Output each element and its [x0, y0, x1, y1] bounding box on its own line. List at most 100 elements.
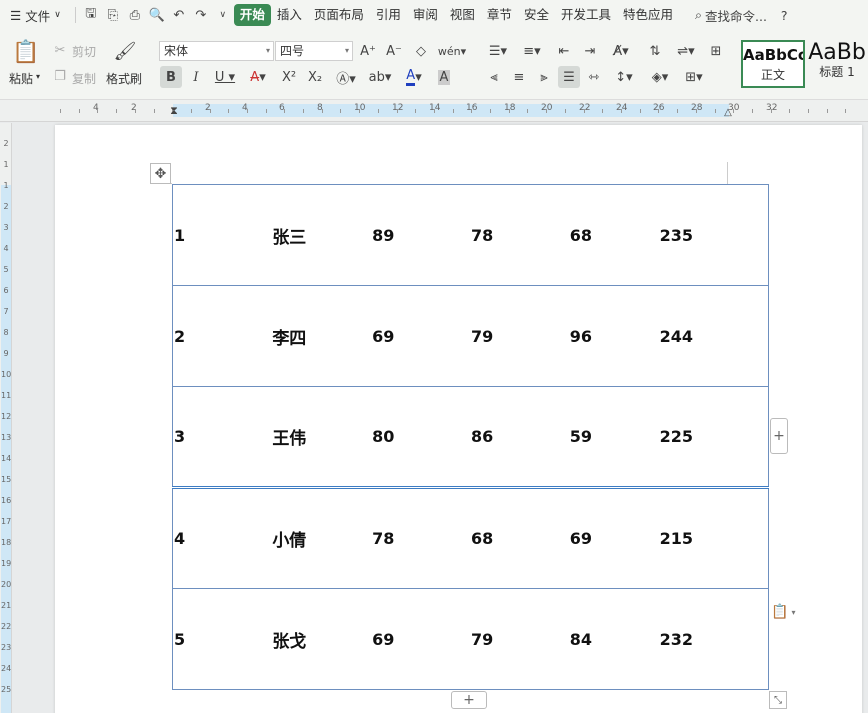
table-cell[interactable]: 王伟 — [272, 386, 373, 489]
table-cell[interactable]: 232 — [659, 588, 769, 690]
copy-button[interactable]: 复制 — [72, 70, 96, 87]
table-cell[interactable]: 86 — [470, 386, 570, 489]
borders-icon[interactable]: ⊞▾ — [680, 66, 708, 88]
tab-page-layout[interactable]: 页面布局 — [308, 4, 370, 26]
table-cell[interactable]: 张戈 — [272, 588, 373, 690]
clear-format-icon[interactable]: ◇ — [411, 41, 431, 61]
font-size-select[interactable]: 四号 ▾ — [275, 41, 353, 61]
table-cell[interactable]: 79 — [470, 588, 570, 690]
format-painter-button[interactable]: 格式刷 — [106, 70, 142, 87]
tab-home[interactable]: 开始 — [233, 4, 271, 26]
sort-icon[interactable]: ⇅ — [645, 41, 665, 61]
table-cell[interactable]: 3 — [172, 386, 273, 489]
score-table[interactable]: 1 张三 89 78 68 235 2 李四 69 79 96 244 3 王伟… — [172, 184, 769, 690]
table-cell[interactable]: 张三 — [272, 184, 373, 286]
print-preview-icon[interactable]: 🔍 — [146, 4, 168, 26]
scissors-icon[interactable]: ✂ — [52, 42, 68, 58]
file-menu[interactable]: ☰ 文件 ∨ — [0, 0, 71, 30]
table-cell[interactable]: 89 — [372, 184, 471, 286]
font-name-select[interactable]: 宋体 ▾ — [159, 41, 274, 61]
indent-marker-icon[interactable]: ⧗ — [168, 100, 180, 122]
italic-button[interactable]: I — [186, 66, 206, 88]
bold-button[interactable]: B — [160, 66, 182, 88]
tab-review[interactable]: 审阅 — [407, 4, 444, 26]
horizontal-ruler[interactable]: 4 2 2 4 6 8 10 12 14 16 18 20 22 24 26 28 30 32 ⧗ △ — [0, 100, 868, 122]
table-cell[interactable]: 5 — [172, 588, 273, 690]
table-cell[interactable]: 215 — [659, 487, 769, 589]
style-heading-1[interactable]: AaBb 标题 1 — [806, 40, 868, 88]
align-right-icon[interactable]: ⫸ — [534, 66, 554, 88]
table-cell[interactable]: 69 — [569, 487, 660, 589]
table-cell[interactable]: 84 — [569, 588, 660, 690]
text-effect-icon[interactable]: Ⓐ▾ — [332, 66, 360, 88]
strikethrough-button[interactable]: A ▾ — [244, 66, 272, 88]
font-color-icon[interactable]: A ▾ — [400, 66, 428, 88]
table-cell[interactable]: 2 — [172, 285, 273, 387]
bullets-icon[interactable]: ☰▾ — [484, 41, 512, 61]
line-spacing-icon[interactable]: ↕▾ — [610, 66, 638, 88]
save-icon[interactable]: 🖫 — [80, 4, 102, 26]
redo-icon[interactable]: ↷ — [190, 4, 212, 26]
decrease-indent-icon[interactable]: ⇤ — [554, 41, 574, 61]
table-cell[interactable]: 79 — [470, 285, 570, 387]
table-resize-handle-icon[interactable]: ⤡ — [769, 691, 787, 709]
text-direction-icon[interactable]: A̸▾ — [606, 41, 636, 61]
table-cell[interactable]: 78 — [470, 184, 570, 286]
table-cell[interactable]: 96 — [569, 285, 660, 387]
table-cell[interactable]: 225 — [659, 386, 769, 489]
right-indent-marker-icon[interactable]: △ — [722, 104, 734, 120]
add-row-button[interactable]: + — [451, 691, 487, 709]
tab-references[interactable]: 引用 — [370, 4, 407, 26]
table-cell[interactable]: 1 — [172, 184, 273, 286]
distribute-icon[interactable]: ⇿ — [584, 66, 604, 88]
command-search[interactable]: ⌕ 查找命令... — [695, 6, 767, 25]
help-icon[interactable]: ? — [781, 8, 788, 23]
table-cell[interactable]: 235 — [659, 184, 769, 286]
cut-button[interactable]: 剪切 — [72, 43, 96, 60]
align-center-icon[interactable]: ≡ — [509, 66, 529, 88]
show-marks-icon[interactable]: ⇌▾ — [672, 41, 700, 61]
highlight-icon[interactable]: ab▾ — [366, 66, 394, 88]
paste-options-button[interactable]: 📋 ▾ — [771, 604, 795, 620]
shrink-font-icon[interactable]: A⁻ — [384, 41, 404, 61]
table-cell[interactable]: 69 — [372, 285, 471, 387]
style-normal[interactable]: AaBbCc 正文 — [741, 40, 805, 88]
table-cell[interactable]: 4 — [172, 487, 273, 589]
align-left-icon[interactable]: ⫷ — [484, 66, 504, 88]
table-cell[interactable]: 78 — [372, 487, 471, 589]
numbering-icon[interactable]: ≡▾ — [518, 41, 546, 61]
table-cell[interactable]: 68 — [569, 184, 660, 286]
paste-icon[interactable]: 📋 — [12, 38, 40, 66]
paste-dropdown-icon[interactable]: ▾ — [36, 72, 40, 81]
tab-view[interactable]: 视图 — [444, 4, 481, 26]
tab-developer[interactable]: 开发工具 — [555, 4, 617, 26]
table-grid-icon[interactable]: ⊞ — [706, 41, 726, 61]
table-cell[interactable]: 69 — [372, 588, 471, 690]
increase-indent-icon[interactable]: ⇥ — [580, 41, 600, 61]
copy-icon[interactable]: ❐ — [52, 68, 68, 84]
table-cell[interactable]: 68 — [470, 487, 570, 589]
format-painter-icon[interactable]: 🖌 — [112, 38, 138, 64]
table-move-handle-icon[interactable]: ✥ — [150, 163, 171, 184]
shading-icon[interactable]: ◈▾ — [646, 66, 674, 88]
undo-icon[interactable]: ↶ — [168, 4, 190, 26]
table-cell[interactable]: 李四 — [272, 285, 373, 387]
tab-insert[interactable]: 插入 — [271, 4, 308, 26]
tab-special[interactable]: 特色应用 — [617, 4, 679, 26]
vertical-ruler[interactable]: 2 1 1 2 3 4 5 6 7 8 9 10 11 12 13 14 15 16 17 18 19 20 21 22 23 2… — [0, 123, 12, 713]
table-cell[interactable]: 59 — [569, 386, 660, 489]
table-cell[interactable]: 小倩 — [272, 487, 373, 589]
customize-icon[interactable]: ∨ — [212, 4, 234, 26]
add-column-button[interactable]: + — [770, 418, 788, 454]
table-cell[interactable]: 244 — [659, 285, 769, 387]
table-cell[interactable]: 80 — [372, 386, 471, 489]
subscript-button[interactable]: X₂ — [304, 66, 326, 88]
paste-button[interactable]: 粘贴 — [9, 70, 33, 87]
tab-security[interactable]: 安全 — [518, 4, 555, 26]
grow-font-icon[interactable]: A⁺ — [358, 41, 378, 61]
phonetic-guide-icon[interactable]: wén▾ — [438, 41, 466, 61]
print-icon[interactable]: ⎙ — [124, 4, 146, 26]
superscript-button[interactable]: X² — [278, 66, 300, 88]
justify-icon[interactable]: ☰ — [558, 66, 580, 88]
tab-chapter[interactable]: 章节 — [481, 4, 518, 26]
